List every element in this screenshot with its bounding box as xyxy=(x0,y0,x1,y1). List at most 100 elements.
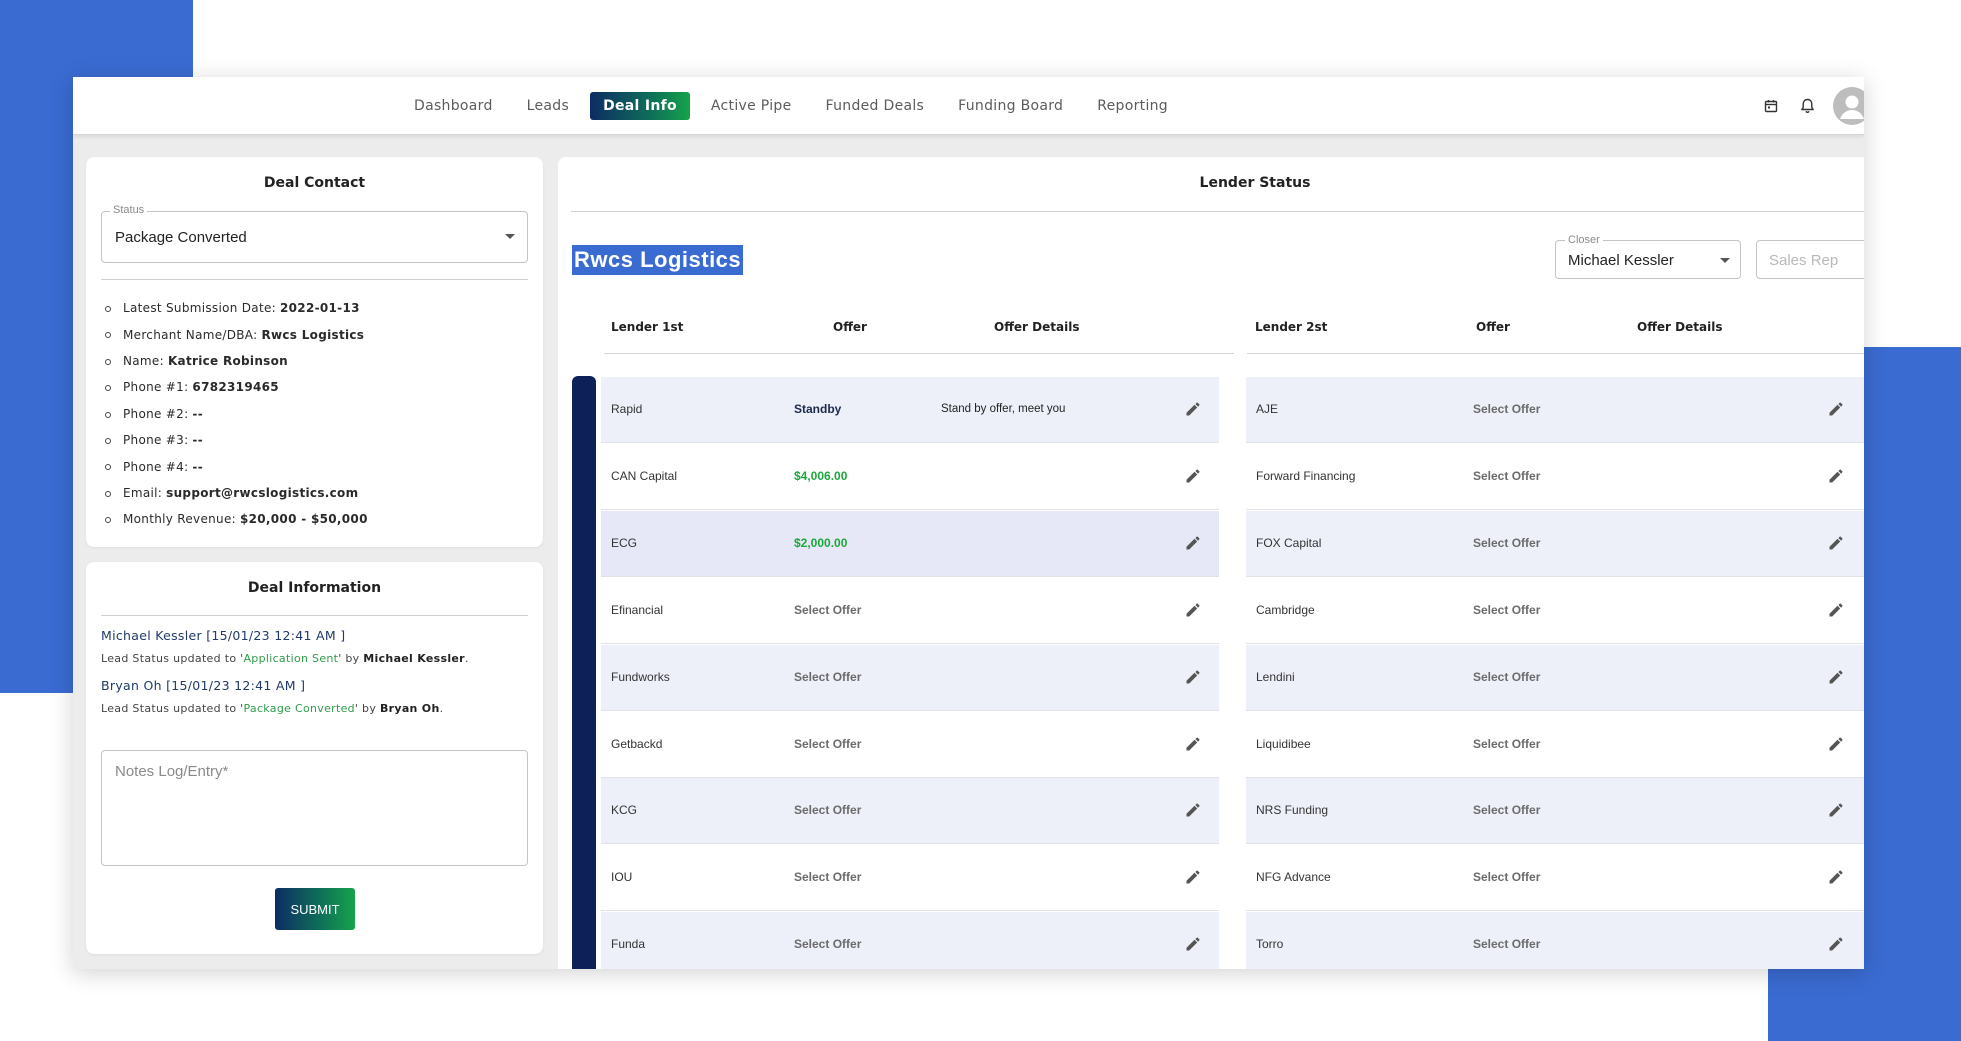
nav-item-leads[interactable]: Leads xyxy=(514,92,582,120)
log-entry-header: Bryan Oh [15/01/23 12:41 AM ] xyxy=(101,678,306,693)
offer-select[interactable]: Select Offer xyxy=(1473,402,1540,416)
sales-rep-placeholder: Sales Rep xyxy=(1769,252,1839,269)
edit-pencil-icon[interactable] xyxy=(1825,398,1847,420)
edit-pencil-icon[interactable] xyxy=(1182,599,1204,621)
lender-row-right: Torro Select Offer xyxy=(1246,912,1864,969)
log-status: Application Sent xyxy=(243,652,339,665)
offer-select[interactable]: Select Offer xyxy=(794,803,861,817)
deal-contact-card: Deal Contact Status Package Converted La… xyxy=(86,157,543,547)
contact-field-value: -- xyxy=(192,459,203,474)
log-entry: Michael Kessler [15/01/23 12:41 AM ] Lead… xyxy=(101,628,531,665)
lender-row-right: Lendini Select Offer xyxy=(1246,644,1864,711)
nav-item-reporting[interactable]: Reporting xyxy=(1084,92,1181,120)
offer-select[interactable]: Select Offer xyxy=(1473,536,1540,550)
edit-pencil-icon[interactable] xyxy=(1182,933,1204,955)
contact-field-value: 2022-01-13 xyxy=(280,301,360,316)
nav-item-funded-deals[interactable]: Funded Deals xyxy=(813,92,938,120)
log-prefix: Lead Status updated to ' xyxy=(101,702,244,715)
contact-field-label: Phone #2: xyxy=(123,406,189,421)
edit-pencil-icon[interactable] xyxy=(1182,465,1204,487)
contact-field-value: Rwcs Logistics xyxy=(261,327,365,342)
offer-select[interactable]: Select Offer xyxy=(1473,937,1540,951)
nav-item-dashboard[interactable]: Dashboard xyxy=(401,92,506,120)
edit-pencil-icon[interactable] xyxy=(1182,666,1204,688)
status-select[interactable]: Status Package Converted xyxy=(101,204,528,263)
offer-select[interactable]: Select Offer xyxy=(1473,469,1540,483)
nav-item-funding-board[interactable]: Funding Board xyxy=(945,92,1076,120)
bell-icon[interactable] xyxy=(1797,96,1817,116)
lender-side-tab[interactable]: > xyxy=(572,376,596,969)
merchant-name-heading: Rwcs Logistics xyxy=(572,245,744,275)
contact-field: Phone #4: -- xyxy=(101,453,531,479)
nav-item-active-pipe[interactable]: Active Pipe xyxy=(698,92,805,120)
contact-field: Phone #1: 6782319465 xyxy=(101,374,531,400)
closer-select[interactable]: Closer Michael Kessler xyxy=(1555,234,1741,279)
lender-row-left: Efinancial Select Offer xyxy=(601,578,1219,644)
caret-down-icon xyxy=(1720,258,1730,263)
lender-row-left: Rapid Standby Stand by offer, meet you xyxy=(601,377,1219,443)
offer-select[interactable]: Select Offer xyxy=(1473,870,1540,884)
log-entry-header: Michael Kessler [15/01/23 12:41 AM ] xyxy=(101,628,346,643)
deal-information-card: Deal Information Michael Kessler [15/01/… xyxy=(86,562,543,954)
offer-details: Stand by offer, meet you xyxy=(941,403,1066,415)
contact-field-label: Monthly Revenue: xyxy=(123,512,236,527)
lender-row-left: KCG Select Offer xyxy=(601,778,1219,845)
edit-pencil-icon[interactable] xyxy=(1825,799,1847,821)
notes-textarea[interactable]: Notes Log/Entry* xyxy=(101,750,528,866)
edit-pencil-icon[interactable] xyxy=(1825,933,1847,955)
offer-select[interactable]: Select Offer xyxy=(794,670,861,684)
edit-pencil-icon[interactable] xyxy=(1825,866,1847,888)
offer-select[interactable]: Select Offer xyxy=(794,870,861,884)
info-divider xyxy=(101,615,528,616)
offer-select[interactable]: Select Offer xyxy=(794,937,861,951)
nav-item-deal-info[interactable]: Deal Info xyxy=(590,92,690,120)
contact-field: Phone #3: -- xyxy=(101,427,531,453)
lender-row-right: AJE Select Offer xyxy=(1246,377,1864,443)
sales-rep-input[interactable]: Sales Rep xyxy=(1756,240,1864,279)
log-mid: ' by xyxy=(354,702,380,715)
lender-name: NRS Funding xyxy=(1256,803,1329,818)
notes-placeholder: Notes Log/Entry* xyxy=(115,763,229,780)
edit-pencil-icon[interactable] xyxy=(1825,532,1847,554)
log-prefix: Lead Status updated to ' xyxy=(101,652,244,665)
log-mid: ' by xyxy=(338,652,364,665)
user-avatar-icon[interactable] xyxy=(1833,87,1864,125)
lender-name: KCG xyxy=(611,803,638,818)
edit-pencil-icon[interactable] xyxy=(1825,733,1847,755)
offer-select[interactable]: Select Offer xyxy=(794,603,861,617)
edit-pencil-icon[interactable] xyxy=(1825,599,1847,621)
contact-field-value: support@rwcslogistics.com xyxy=(166,485,359,500)
edit-pencil-icon[interactable] xyxy=(1182,866,1204,888)
log-author: Bryan Oh xyxy=(379,702,440,715)
offer-select[interactable]: $4,006.00 xyxy=(794,469,847,483)
submit-button[interactable]: SUBMIT xyxy=(275,888,355,930)
contact-field: Merchant Name/DBA: Rwcs Logistics xyxy=(101,321,531,347)
contact-details-list: Latest Submission Date: 2022-01-13 Merchan… xyxy=(101,295,531,533)
lender-row-right: NRS Funding Select Offer xyxy=(1246,778,1864,845)
offer-select[interactable]: Select Offer xyxy=(1473,737,1540,751)
status-value: Package Converted xyxy=(115,229,247,246)
offer-select[interactable]: Standby xyxy=(794,402,841,416)
calendar-icon[interactable] xyxy=(1761,96,1781,116)
lender-row-right: NFG Advance Select Offer xyxy=(1246,845,1864,912)
edit-pencil-icon[interactable] xyxy=(1825,465,1847,487)
offer-select[interactable]: Select Offer xyxy=(1473,670,1540,684)
edit-pencil-icon[interactable] xyxy=(1825,666,1847,688)
contact-field-value: 6782319465 xyxy=(192,380,279,395)
lender-row-right: Cambridge Select Offer xyxy=(1246,578,1864,644)
lender-name: Liquidibee xyxy=(1256,736,1311,751)
offer-select[interactable]: Select Offer xyxy=(794,737,861,751)
edit-pencil-icon[interactable] xyxy=(1182,398,1204,420)
edit-pencil-icon[interactable] xyxy=(1182,532,1204,554)
offer-select[interactable]: $2,000.00 xyxy=(794,536,847,550)
edit-pencil-icon[interactable] xyxy=(1182,799,1204,821)
offer-select[interactable]: Select Offer xyxy=(1473,603,1540,617)
edit-pencil-icon[interactable] xyxy=(1182,733,1204,755)
log-suffix: . xyxy=(464,652,469,665)
offer-select[interactable]: Select Offer xyxy=(1473,803,1540,817)
nav-menu: Dashboard Leads Deal Info Active Pipe Funded… xyxy=(401,92,1189,120)
column-header-offer-details-left: Offer Details xyxy=(994,320,1080,334)
lender-name: AJE xyxy=(1256,402,1279,416)
deal-information-title: Deal Information xyxy=(247,580,382,596)
top-navigation: Dashboard Leads Deal Info Active Pipe Funded… xyxy=(73,77,1864,135)
